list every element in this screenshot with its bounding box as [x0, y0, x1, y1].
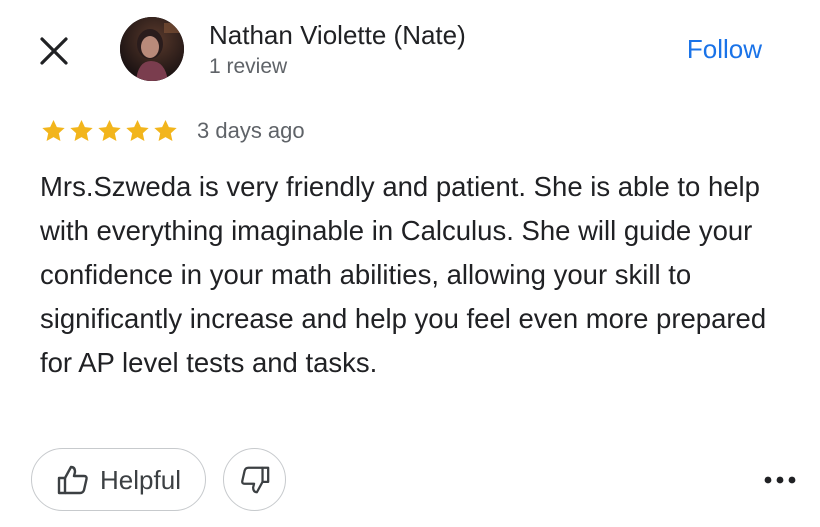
- not-helpful-button[interactable]: [223, 448, 286, 511]
- helpful-label: Helpful: [100, 464, 181, 495]
- review-text: Mrs.Szweda is very friendly and patient.…: [40, 171, 767, 378]
- author-review-count: 1 review: [209, 55, 288, 78]
- star-icon: [70, 119, 93, 141]
- star-icon: [126, 119, 149, 141]
- review-detail: Nathan Violette (Nate) 1 review Follow 3…: [0, 0, 820, 527]
- thumbs-up-icon: [57, 465, 88, 494]
- avatar[interactable]: [120, 17, 184, 81]
- thumbs-down-icon: [240, 466, 269, 493]
- close-icon: [40, 37, 68, 65]
- more-options-button[interactable]: [756, 462, 804, 498]
- more-options-icon: [764, 476, 796, 484]
- review-date: 3 days ago: [197, 118, 305, 143]
- helpful-button[interactable]: Helpful: [31, 448, 206, 511]
- author-name[interactable]: Nathan Violette (Nate): [209, 18, 466, 52]
- close-button[interactable]: [34, 31, 74, 71]
- avatar-photo: [120, 17, 184, 81]
- star-icon: [98, 119, 121, 141]
- star-icon: [154, 119, 177, 141]
- star-icon: [42, 119, 65, 141]
- follow-button[interactable]: Follow: [687, 32, 762, 66]
- star-rating: [40, 118, 180, 144]
